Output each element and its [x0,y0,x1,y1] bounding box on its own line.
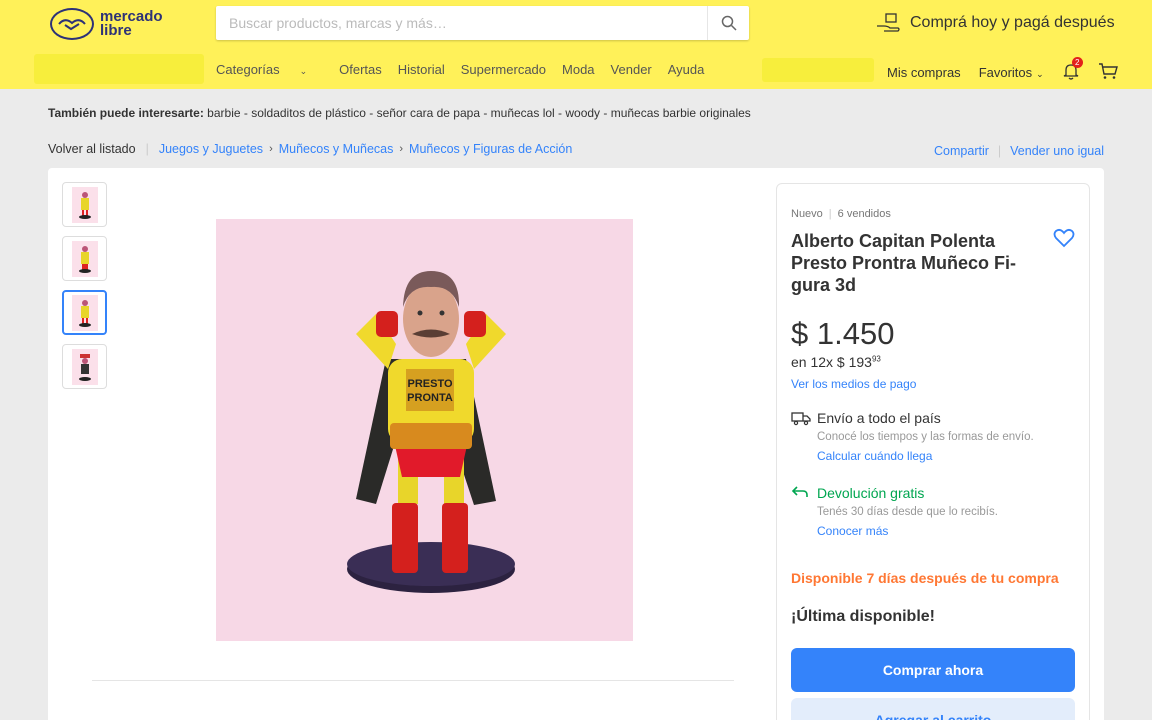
nav-supermercado[interactable]: Supermercado [461,62,546,77]
thumbnail-4[interactable] [62,344,107,389]
share-link[interactable]: Compartir [934,144,989,158]
heart-icon [1053,228,1075,248]
breadcrumb-juegos[interactable]: Juegos y Juguetes [159,142,263,156]
svg-text:PRESTO: PRESTO [407,378,452,390]
buy-now-button[interactable]: Comprar ahora [791,648,1075,692]
nav-categories[interactable]: Categorías ⌄ [216,62,323,77]
header: mercado libre Comprá hoy y pagá después … [0,0,1152,89]
return-arrow-icon [791,485,817,538]
main-nav: Categorías ⌄ Ofertas Historial Supermerca… [216,62,720,77]
product-price: $ 1.450 [791,316,895,351]
installments: en 12x $ 19393 [791,354,881,370]
nav-moda[interactable]: Moda [562,62,595,77]
hand-box-icon [877,13,900,32]
user-nav: Mis compras Favoritos ⌄ 2 [887,57,1118,83]
thumbnail-gallery [62,182,107,398]
nav-ofertas[interactable]: Ofertas [339,62,382,77]
sell-same-link[interactable]: Vender uno igual [1010,144,1104,158]
product-title: Alberto Capitan Polenta Presto Prontra M… [791,231,1017,295]
mercadolibre-logo[interactable]: mercado libre [50,6,172,42]
favorites-menu[interactable]: Favoritos ⌄ [979,65,1044,80]
user-account[interactable] [762,58,874,82]
related-label: También puede interesarte: [48,106,204,120]
thumbnail-1[interactable] [62,182,107,227]
logo-text: mercado libre [100,8,163,39]
shipping-info: Envío a todo el país Conocé los tiempos … [791,410,1034,463]
divider [92,680,734,681]
truck-icon [791,410,817,463]
installments-cents: 93 [871,354,881,364]
product-image[interactable]: PRESTO PRONTA [216,219,633,641]
location-selector[interactable] [34,54,204,84]
promo-banner[interactable]: Comprá hoy y pagá después [876,12,1115,34]
promo-text: Comprá hoy y pagá después [910,14,1115,31]
learn-more-link[interactable]: Conocer más [817,524,998,538]
chevron-down-icon: ⌄ [1036,69,1044,79]
search-bar [216,6,749,40]
return-info: Devolución gratis Tenés 30 días desde qu… [791,485,998,538]
listing-actions: Compartir | Vender uno igual [934,144,1104,158]
product-card: PRESTO PRONTA Nuevo | 6 vendidos Alberto C… [48,168,1104,720]
cart-button[interactable] [1098,62,1118,83]
breadcrumb-figuras[interactable]: Muñecos y Figuras de Acción [409,142,572,156]
shipping-title: Envío a todo el país [817,410,941,426]
chevron-down-icon: ⌄ [299,66,308,76]
related-searches: También puede interesarte: barbie - sold… [48,106,751,120]
free-return-title: Devolución gratis [817,485,925,501]
condition-label: Nuevo [791,208,823,220]
handshake-icon [50,8,94,40]
notifications-button[interactable]: 2 [1062,57,1083,83]
related-items[interactable]: barbie - soldaditos de plástico - señor … [207,106,751,120]
add-to-cart-button[interactable]: Agregar al carrito [791,698,1075,720]
thumbnail-3[interactable] [62,290,107,335]
chevron-right-icon: › [269,143,273,155]
buy-box: Nuevo | 6 vendidos Alberto Capitan Polenta… [776,183,1090,720]
return-subtitle: Tenés 30 días desde que lo recibís. [817,506,998,518]
divider: | [997,144,1002,158]
search-button[interactable] [707,6,749,40]
divider: | [145,142,149,156]
nav-historial[interactable]: Historial [398,62,445,77]
thumbnail-2[interactable] [62,236,107,281]
nav-ayuda[interactable]: Ayuda [668,62,705,77]
notification-badge: 2 [1071,57,1083,68]
chevron-right-icon: › [399,143,404,155]
shipping-subtitle: Conocé los tiempos y las formas de envío… [817,431,1034,443]
calculate-shipping-link[interactable]: Calcular cuándo llega [817,449,1034,463]
search-input[interactable] [216,6,706,40]
availability-notice: Disponible 7 días después de tu compra [791,570,1059,586]
search-icon [721,15,737,31]
condition-sold: Nuevo | 6 vendidos [791,208,891,220]
back-to-list-link[interactable]: Volver al listado [48,142,136,156]
product-figure: PRESTO PRONTA [347,271,515,593]
cart-icon [1098,63,1118,79]
breadcrumb: Volver al listado | Juegos y Juguetes › … [48,142,572,156]
payment-methods-link[interactable]: Ver los medios de pago [791,377,916,391]
breadcrumb-munecos[interactable]: Muñecos y Muñecas [279,142,394,156]
favorite-button[interactable] [1053,228,1075,253]
nav-vender[interactable]: Vender [611,62,652,77]
svg-text:PRONTA: PRONTA [407,392,453,404]
my-purchases-link[interactable]: Mis compras [887,65,961,80]
stock-status: ¡Última disponible! [791,608,935,625]
sold-count: 6 vendidos [837,208,891,220]
